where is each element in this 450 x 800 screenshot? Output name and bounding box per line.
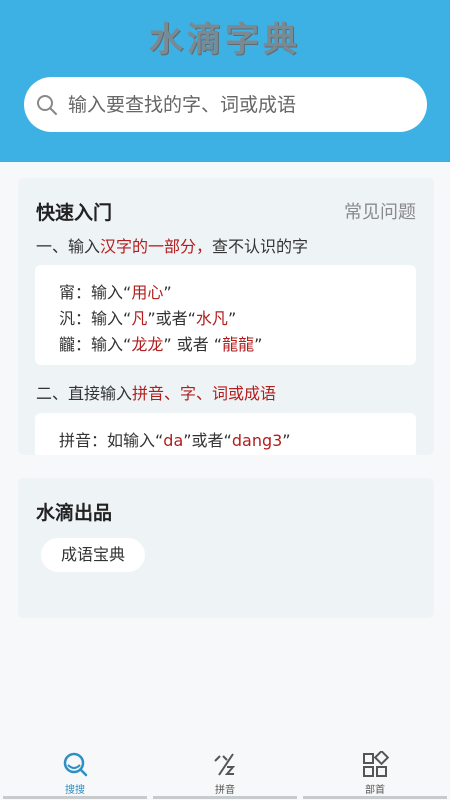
step-two: 二、直接输入拼音、字、词或成语 xyxy=(36,380,276,404)
tab-underline xyxy=(3,796,147,799)
tab-label: 拼音 xyxy=(215,785,235,796)
example-text: ” xyxy=(254,335,263,354)
products-title: 水滴出品 xyxy=(36,502,113,524)
example-query: da xyxy=(163,431,184,450)
step-one: 一、输入汉字的一部分，查不认识的字 xyxy=(36,233,308,257)
example-char: 甯 xyxy=(59,283,76,302)
tab-pinyin[interactable]: 拼音 xyxy=(150,745,300,800)
example-query: dang3 xyxy=(231,431,283,450)
pinyin-icon xyxy=(214,753,236,776)
step-two-highlight: 拼音、字、词或成语 xyxy=(132,384,277,403)
step-one-prefix: 一、输入 xyxy=(36,237,101,256)
example-text: 拼音：如输入“ xyxy=(59,431,164,450)
bottom-tab-bar: 搜搜 拼音 部首 xyxy=(0,745,450,800)
example-text: ” xyxy=(227,309,237,328)
example-text: ” xyxy=(282,431,291,450)
tab-label: 部首 xyxy=(365,785,385,796)
example-text: ：输入“ xyxy=(75,335,132,354)
tab-underline xyxy=(153,796,297,799)
step-one-highlight: 汉字的一部分， xyxy=(100,237,213,256)
app-title: 水滴字典 xyxy=(149,20,301,60)
step-two-prefix: 二、直接输入 xyxy=(36,384,133,403)
example-row[interactable]: 汎：输入“凡”或者“水凡” xyxy=(59,305,236,329)
radical-grid-icon xyxy=(363,751,389,777)
product-idiom-button[interactable]: 成语宝典 xyxy=(41,538,146,572)
example-row[interactable]: 龖：输入“龙龙” 或者 “龍龍” xyxy=(59,331,262,355)
tab-underline xyxy=(303,796,447,799)
example-box-one: 甯：输入“用心” 汎：输入“凡”或者“水凡” 龖：输入“龙龙” 或者 “龍龍” xyxy=(35,265,416,365)
search-tab-icon xyxy=(63,752,88,777)
tab-radical[interactable]: 部首 xyxy=(300,745,450,800)
example-query: 龙龙 xyxy=(131,335,164,354)
example-text: ” 或者 “ xyxy=(163,335,223,354)
tab-search[interactable]: 搜搜 xyxy=(0,745,150,800)
app-header: 水滴字典 xyxy=(0,0,450,162)
products-card: 水滴出品 成语宝典 xyxy=(18,478,434,618)
example-char: 龖 xyxy=(59,335,76,354)
step-one-suffix: 查不认识的字 xyxy=(212,237,309,256)
example-text: ”或者“ xyxy=(183,431,232,450)
example-text: ：输入“ xyxy=(75,283,132,302)
quick-start-title: 快速入门 xyxy=(36,202,113,224)
faq-link[interactable]: 常见问题 xyxy=(344,198,416,224)
search-bar[interactable] xyxy=(24,77,427,132)
example-box-two: 拼音：如输入“da”或者“dang3” xyxy=(35,413,416,455)
example-query: 龍龍 xyxy=(222,335,255,354)
example-text: ：输入“ xyxy=(75,309,132,328)
example-row[interactable]: 甯：输入“用心” xyxy=(59,279,172,303)
search-input[interactable] xyxy=(66,85,420,125)
example-char: 汎 xyxy=(59,309,76,328)
example-text: ” xyxy=(163,283,172,302)
pinyin-example-row[interactable]: 拼音：如输入“da”或者“dang3” xyxy=(59,427,291,451)
quick-start-card: 快速入门 常见问题 一、输入汉字的一部分，查不认识的字 甯：输入“用心” 汎：输… xyxy=(18,178,434,455)
example-query: 水凡 xyxy=(195,309,228,328)
search-icon xyxy=(37,95,57,115)
tab-label: 搜搜 xyxy=(65,785,85,796)
example-text: ”或者“ xyxy=(147,309,196,328)
example-query: 用心 xyxy=(131,283,164,302)
example-query: 凡 xyxy=(131,309,148,328)
